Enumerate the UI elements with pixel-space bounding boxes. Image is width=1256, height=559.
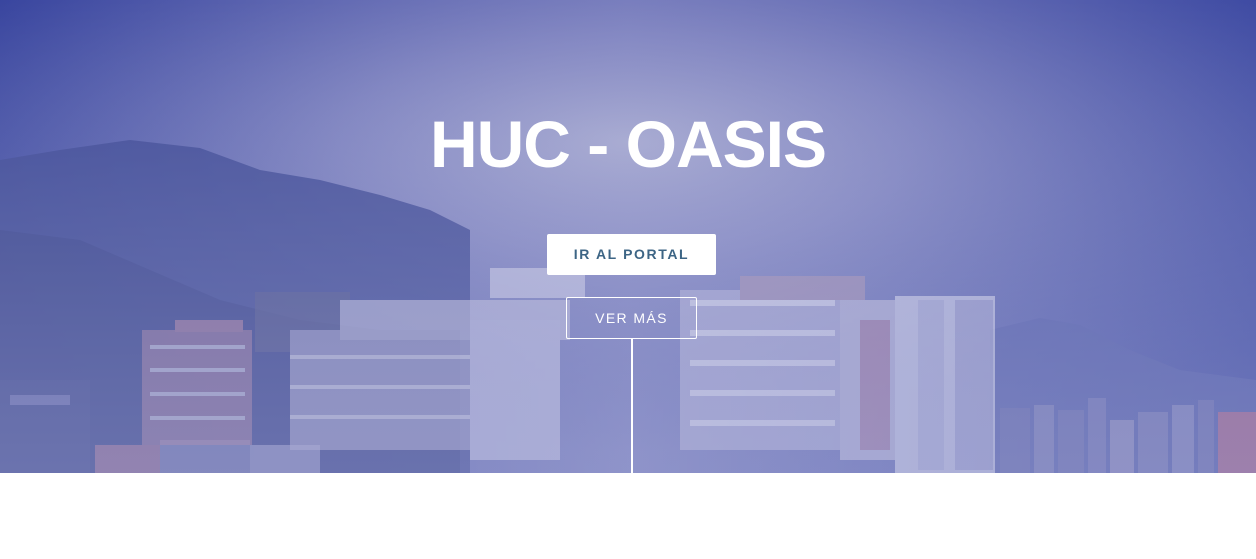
go-to-portal-button[interactable]: IR AL PORTAL: [547, 234, 716, 275]
scroll-indicator-line: [631, 339, 633, 473]
content-area: [0, 473, 1256, 559]
hero-section: HUC - OASIS IR AL PORTAL VER MÁS: [0, 0, 1256, 473]
page-title: HUC - OASIS: [429, 107, 827, 181]
see-more-button[interactable]: VER MÁS: [566, 297, 697, 339]
